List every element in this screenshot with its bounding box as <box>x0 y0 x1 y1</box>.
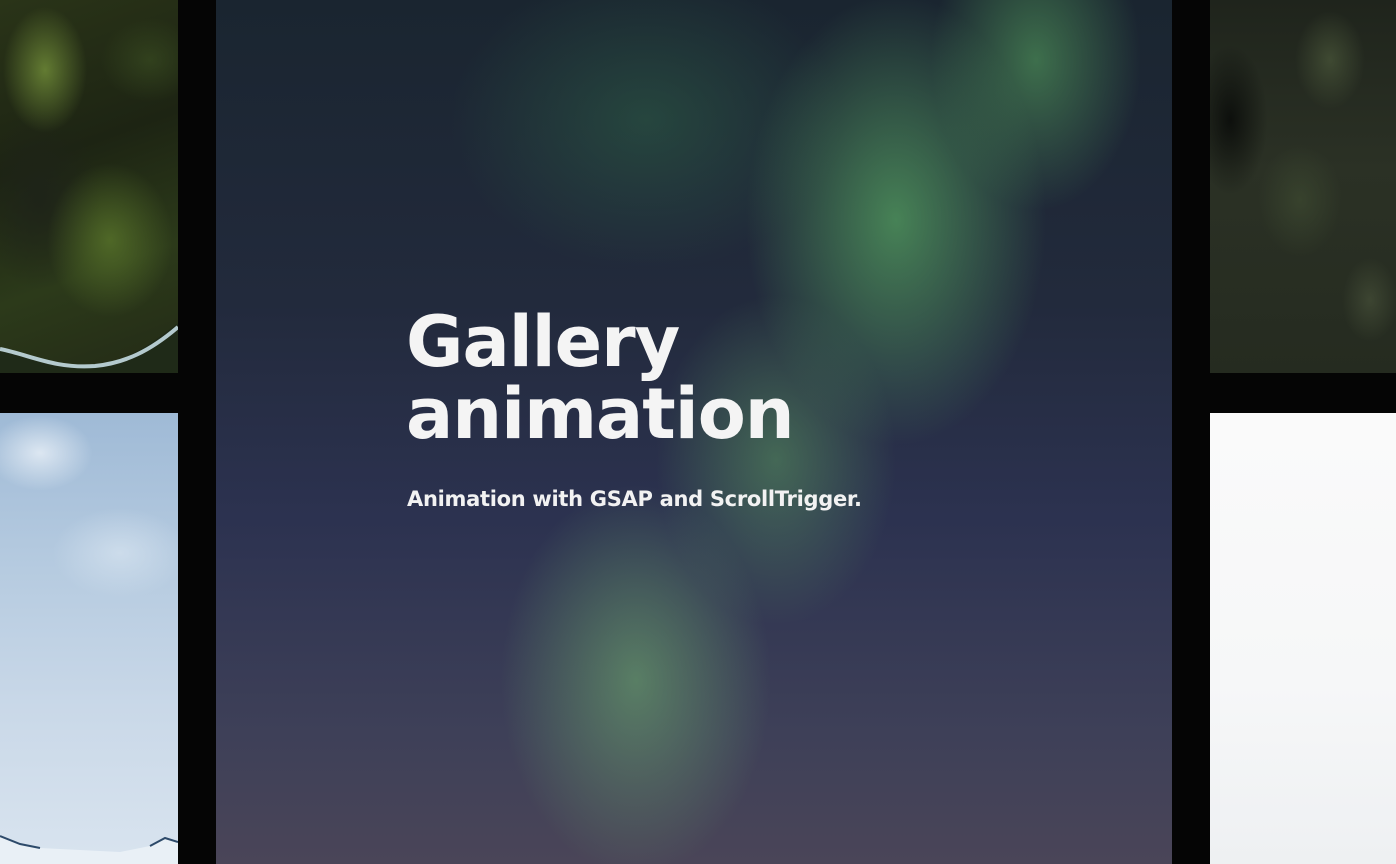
hero-subtitle: Animation with GSAP and ScrollTrigger. <box>407 487 862 511</box>
gallery-image-dark-moss-rock <box>1210 0 1396 373</box>
hero-title-line-2: animation <box>406 373 795 455</box>
glacier-ice-graphic <box>0 835 178 864</box>
gallery-image-glacier-sky <box>0 413 178 864</box>
gallery-image-white-snow <box>1210 413 1396 864</box>
hero-title-line-1: Gallery <box>406 301 680 383</box>
gallery-image-mossy-cliff-waterfall <box>0 0 178 373</box>
waterfall-stream-graphic <box>0 323 178 373</box>
gallery-page: Gallery animation Animation with GSAP an… <box>0 0 1396 864</box>
hero-title: Gallery animation <box>406 301 795 455</box>
hero-aurora-panel: Gallery animation Animation with GSAP an… <box>216 0 1172 864</box>
